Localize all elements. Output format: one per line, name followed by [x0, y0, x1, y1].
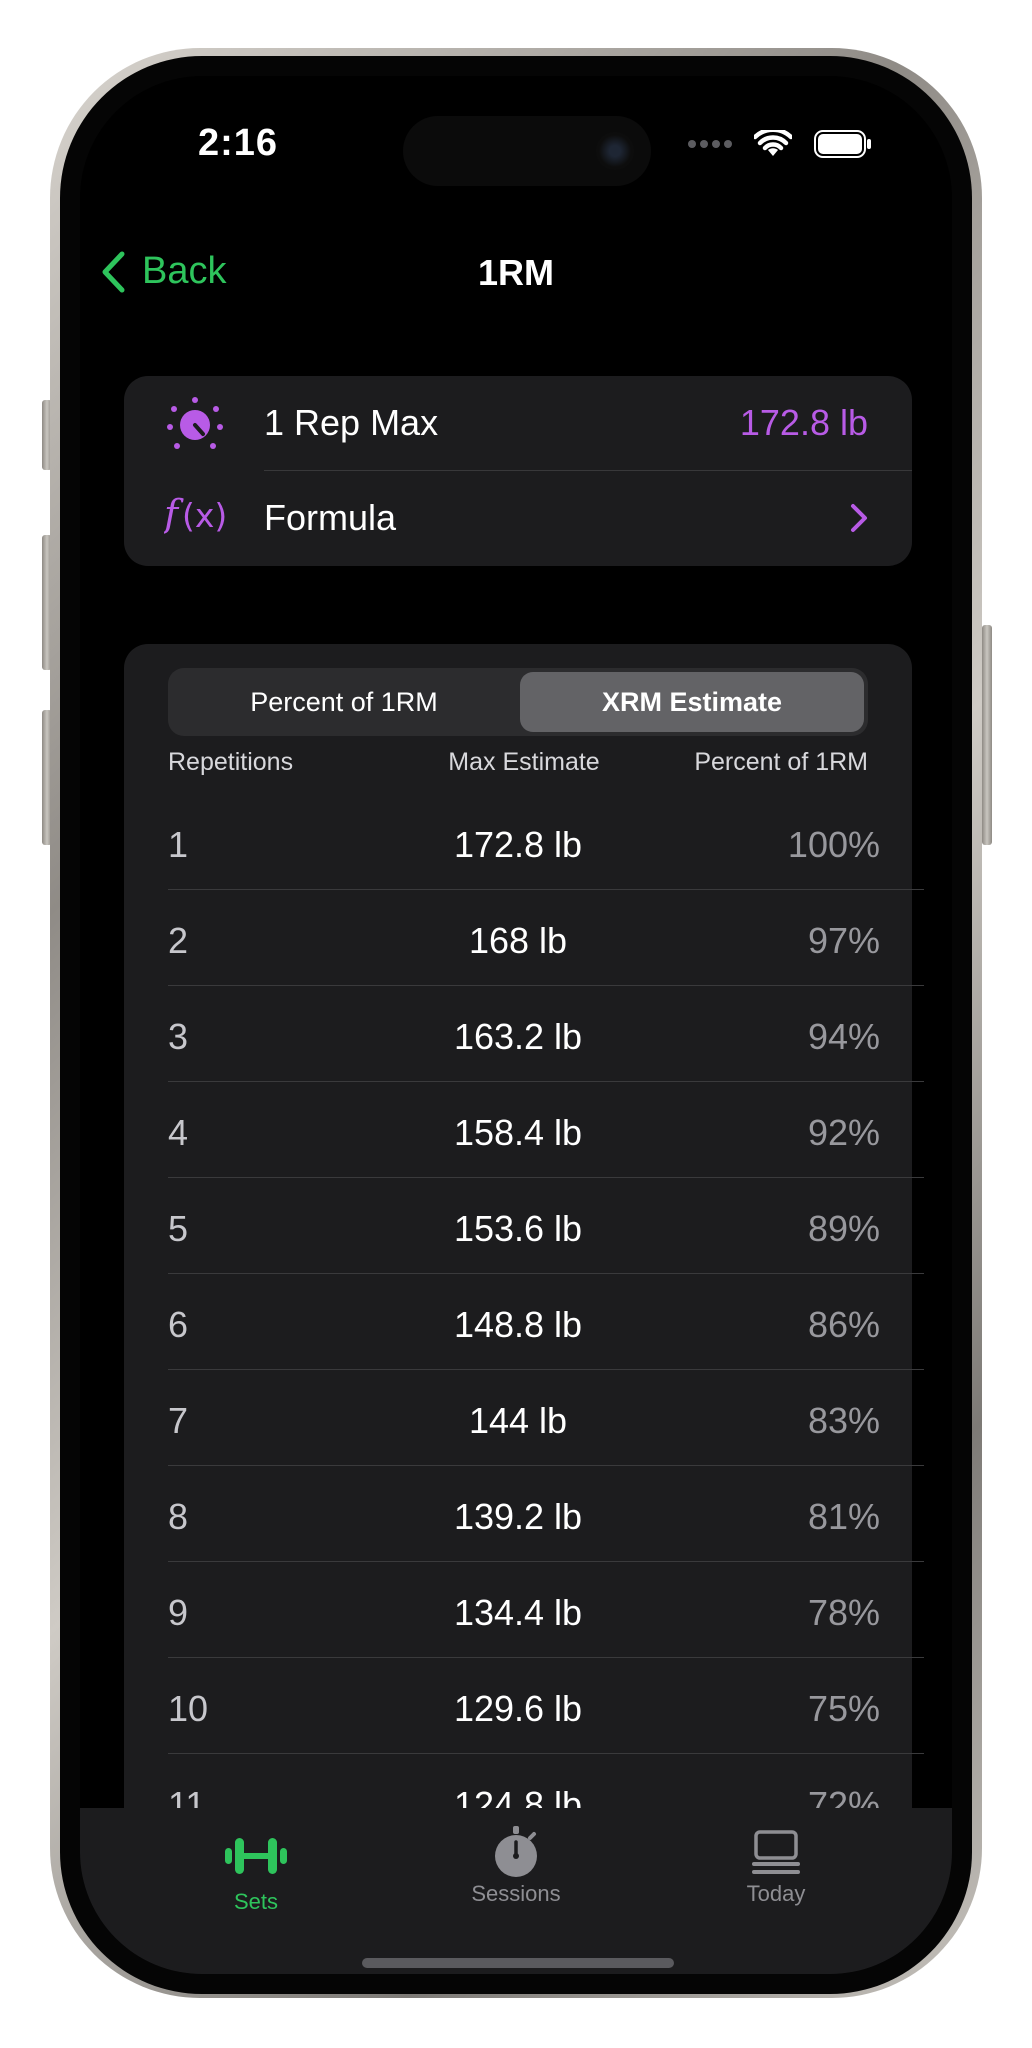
percent-cell: 97%: [807, 920, 880, 961]
svg-text:ƒ: ƒ: [164, 492, 184, 536]
tab-bar: Sets Sessions Today: [80, 1808, 952, 1974]
table-row: 10 129.6 lb 75%: [168, 1658, 924, 1754]
table-row: 5 153.6 lb 89%: [168, 1178, 924, 1274]
formula-label: Formula: [264, 497, 397, 538]
table-row: 1 172.8 lb 100%: [168, 794, 924, 890]
table-row: 6 148.8 lb 86%: [168, 1274, 924, 1370]
column-header-max-estimate: Max Estimate: [448, 748, 600, 776]
max-cell: 168 lb: [468, 920, 568, 961]
max-cell: 129.6 lb: [453, 1688, 583, 1729]
reps-cell: 9: [168, 1592, 189, 1633]
formula-row[interactable]: ƒ (x) Formula: [124, 471, 912, 565]
max-cell: 139.2 lb: [453, 1496, 583, 1537]
navigation-bar: Back 1RM: [80, 226, 952, 326]
one-rep-max-value: 172.8 lb: [739, 402, 868, 443]
max-cell: 134.4 lb: [453, 1592, 583, 1633]
reps-cell: 8: [168, 1496, 189, 1537]
tab-label: Sessions: [471, 1881, 561, 1906]
max-cell: 148.8 lb: [453, 1304, 583, 1345]
column-header-repetitions: Repetitions: [168, 748, 294, 776]
tab-sessions[interactable]: Sessions: [416, 1826, 616, 1907]
segment-xrm-estimate[interactable]: XRM Estimate: [520, 672, 864, 732]
percent-cell: 81%: [807, 1496, 880, 1537]
tab-label: Today: [746, 1881, 806, 1906]
home-indicator: [362, 1958, 674, 1968]
power-button: [982, 625, 992, 845]
page-title: 1RM: [477, 252, 554, 293]
percent-cell: 100%: [787, 824, 880, 865]
reps-cell: 4: [168, 1112, 189, 1153]
max-cell: 144 lb: [468, 1400, 568, 1441]
percent-cell: 94%: [807, 1016, 880, 1057]
reps-cell: 2: [168, 920, 189, 961]
one-rep-max-label: 1 Rep Max: [264, 402, 439, 443]
status-time: 2:16: [198, 122, 279, 164]
percent-cell: 86%: [807, 1304, 880, 1345]
percent-cell: 75%: [807, 1688, 880, 1729]
reps-cell: 7: [168, 1400, 189, 1441]
gauge-icon: [167, 397, 223, 449]
function-icon: ƒ (x): [164, 492, 227, 536]
tab-sets[interactable]: Sets: [156, 1836, 356, 1915]
tab-label: Sets: [233, 1889, 279, 1914]
max-cell: 163.2 lb: [453, 1016, 583, 1057]
screen: 2:16 Back 1RM 1 Rep Max 172.8 lb ƒ (x) F…: [80, 76, 952, 1974]
summary-card: 1 Rep Max 172.8 lb ƒ (x) Formula: [124, 376, 912, 566]
stopwatch-icon: [495, 1826, 537, 1877]
reps-cell: 5: [168, 1208, 189, 1249]
column-header-percent: Percent of 1RM: [694, 748, 868, 776]
status-icons: [688, 130, 872, 158]
table-row: 8 139.2 lb 81%: [168, 1466, 924, 1562]
max-cell: 158.4 lb: [453, 1112, 583, 1153]
estimates-card: Percent of 1RM XRM Estimate Repetitions …: [124, 644, 924, 1944]
max-cell: 153.6 lb: [453, 1208, 583, 1249]
percent-cell: 89%: [807, 1208, 880, 1249]
battery-icon: [814, 130, 871, 158]
reps-cell: 3: [168, 1016, 189, 1057]
percent-cell: 92%: [807, 1112, 880, 1153]
tab-today[interactable]: Today: [676, 1830, 876, 1907]
segmented-control: Percent of 1RM XRM Estimate: [168, 668, 868, 736]
percent-cell: 78%: [807, 1592, 880, 1633]
one-rep-max-row: 1 Rep Max 172.8 lb: [124, 376, 912, 470]
wifi-icon: [754, 130, 792, 156]
segment-percent-of-1rm[interactable]: Percent of 1RM: [172, 672, 516, 732]
table-row: 3 163.2 lb 94%: [168, 986, 924, 1082]
reps-cell: 10: [168, 1688, 209, 1729]
dumbbell-icon: [225, 1838, 287, 1874]
svg-text:(x): (x): [182, 496, 227, 535]
percent-cell: 83%: [807, 1400, 880, 1441]
table-row: 9 134.4 lb 78%: [168, 1562, 924, 1658]
table-row: 7 144 lb 83%: [168, 1370, 924, 1466]
today-icon: [752, 1830, 800, 1874]
table-row: 2 168 lb 97%: [168, 890, 924, 986]
reps-cell: 1: [168, 824, 189, 865]
signal-icon: [688, 140, 732, 148]
reps-cell: 6: [168, 1304, 189, 1345]
camera: [596, 132, 634, 170]
chevron-right-icon: [851, 504, 867, 532]
max-cell: 172.8 lb: [453, 824, 583, 865]
table-row: 4 158.4 lb 92%: [168, 1082, 924, 1178]
